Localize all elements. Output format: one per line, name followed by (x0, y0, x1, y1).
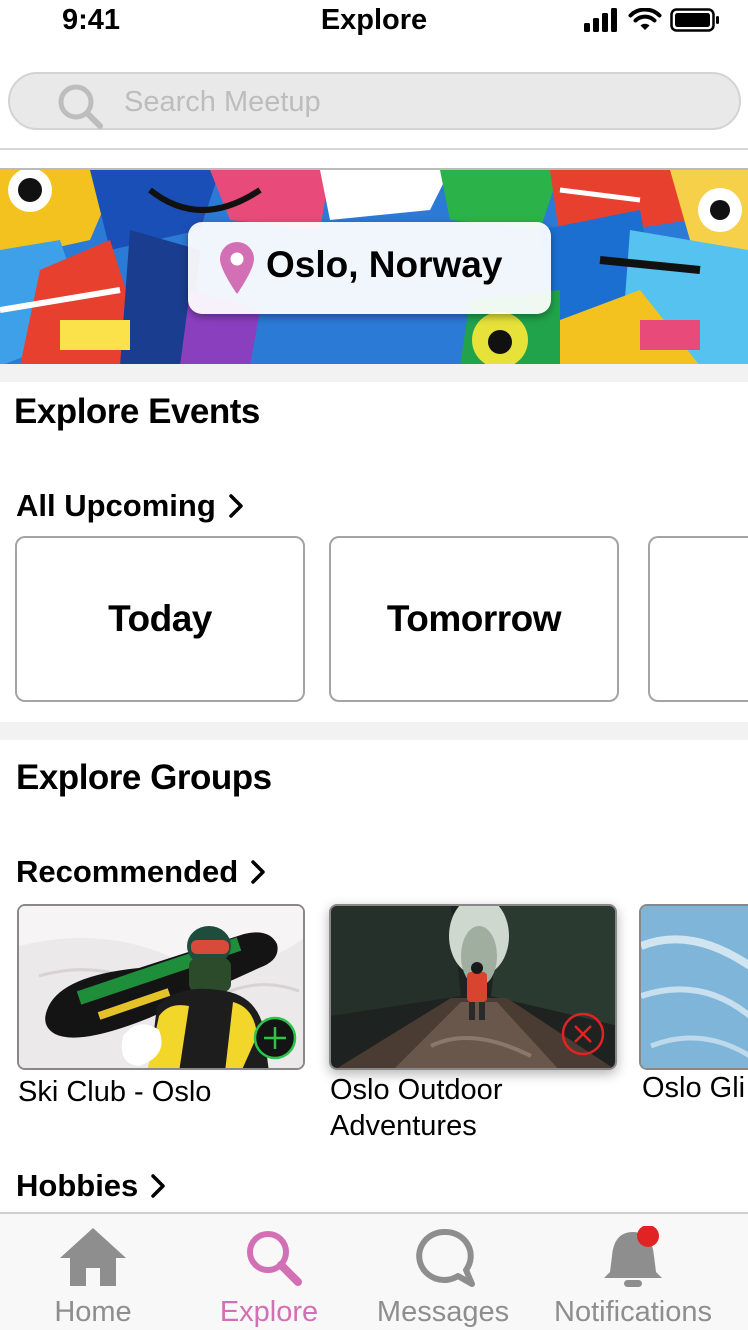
map-pin-icon (220, 242, 254, 294)
hobbies-label: Hobbies (16, 1168, 139, 1203)
search-bar[interactable] (8, 72, 741, 130)
tab-notifications[interactable]: Notifications (540, 1214, 726, 1330)
tab-label: Notifications (554, 1296, 712, 1328)
day-card-tomorrow[interactable]: Tomorrow (329, 536, 619, 702)
tab-messages[interactable]: Messages (350, 1214, 536, 1330)
group-name: Oslo Outdoor Adventures (330, 1074, 503, 1142)
day-card-label: Tomorrow (386, 598, 562, 639)
explore-events-title: Explore Events (14, 392, 260, 431)
status-icons (584, 8, 720, 32)
all-upcoming-link[interactable]: All Upcoming (16, 488, 246, 524)
divider (0, 148, 748, 150)
wifi-icon (628, 8, 662, 30)
day-card-next[interactable] (648, 536, 748, 702)
recommended-link[interactable]: Recommended (16, 854, 268, 890)
hobbies-link[interactable]: Hobbies (16, 1168, 168, 1204)
search-input[interactable] (124, 80, 684, 124)
search-icon (58, 84, 103, 129)
home-icon (60, 1228, 126, 1286)
section-separator (0, 364, 748, 382)
group-card-oslo-gli[interactable] (639, 904, 748, 1070)
tab-label: Messages (376, 1296, 510, 1328)
tab-bar: Home Explore Messages Notifications (0, 1212, 748, 1330)
chat-bubble-icon (416, 1228, 475, 1287)
group-card-outdoor-adventures[interactable] (329, 904, 617, 1070)
chevron-right-icon (251, 860, 265, 884)
leave-group-icon[interactable] (561, 1012, 605, 1056)
battery-icon (670, 8, 719, 32)
chevron-right-icon (151, 1174, 166, 1198)
recommended-label: Recommended (16, 854, 239, 889)
day-card-label: Today (108, 598, 212, 639)
location-label: Oslo, Norway (266, 244, 503, 285)
group-name: Ski Club - Oslo (18, 1076, 212, 1108)
bell-icon (604, 1226, 662, 1287)
section-separator (0, 722, 748, 740)
day-card-today[interactable]: Today (15, 536, 305, 702)
group-name: Oslo Gli (642, 1072, 746, 1104)
all-upcoming-label: All Upcoming (16, 488, 216, 523)
join-group-icon[interactable] (253, 1016, 297, 1060)
search-icon (247, 1231, 302, 1286)
group-photo-sky (641, 906, 748, 1068)
status-bar: 9:41 Explore (0, 0, 748, 44)
chevron-right-icon (229, 494, 243, 518)
location-selector[interactable]: Oslo, Norway (188, 222, 551, 314)
explore-groups-title: Explore Groups (16, 758, 272, 797)
location-banner: Oslo, Norway (0, 168, 748, 364)
group-card-ski-club[interactable] (17, 904, 305, 1070)
signal-icon (584, 8, 617, 32)
